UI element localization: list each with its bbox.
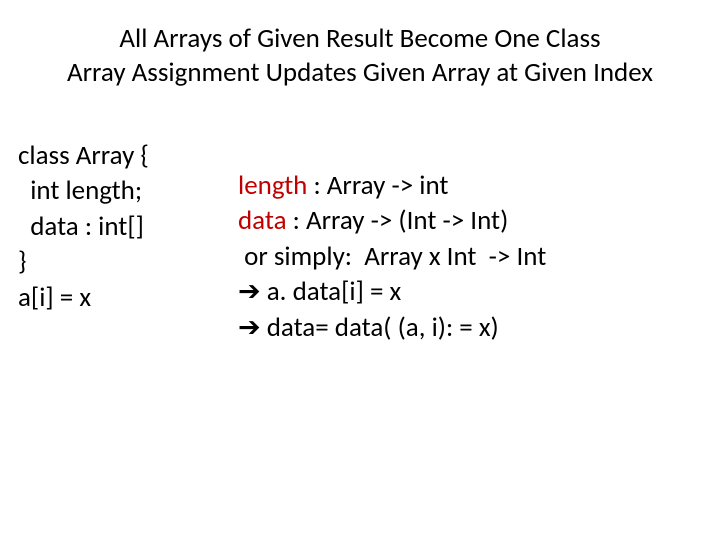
right-type-block: length : Array -> int data : Array -> (I…	[238, 138, 546, 346]
title-line-1: All Arrays of Given Result Become One Cl…	[0, 22, 720, 56]
data-type: : Array -> (Int -> Int)	[287, 204, 509, 237]
code-line-4: }	[18, 245, 27, 278]
assign-line-1: a. data[i] = x	[261, 275, 402, 308]
left-code-block: class Array { int length; data : int[] }…	[0, 138, 238, 346]
code-line-5: a[i] = x	[18, 281, 91, 314]
slide-title: All Arrays of Given Result Become One Cl…	[0, 0, 720, 90]
code-line-3: data : int[]	[18, 210, 144, 243]
code-line-1: class Array {	[18, 139, 149, 172]
content-area: class Array { int length; data : int[] }…	[0, 90, 720, 346]
slide: All Arrays of Given Result Become One Cl…	[0, 0, 720, 540]
arrow-icon: ➔	[238, 276, 261, 306]
title-line-2: Array Assignment Updates Given Array at …	[0, 56, 720, 90]
simply-line: or simply: Array x Int -> Int	[238, 240, 546, 273]
length-type: : Array -> int	[307, 169, 448, 202]
arrow-icon: ➔	[238, 312, 261, 342]
length-keyword: length	[238, 169, 307, 202]
assign-line-2: data= data( (a, i): = x)	[261, 311, 499, 344]
data-keyword: data	[238, 204, 287, 237]
code-line-2: int length;	[18, 174, 142, 207]
